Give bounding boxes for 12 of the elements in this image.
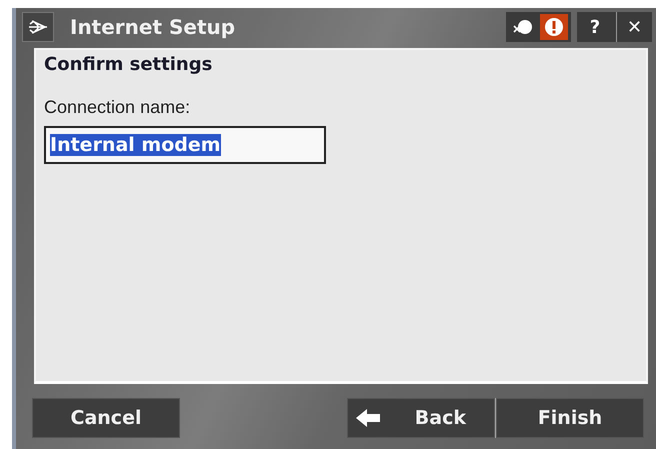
connection-name-field[interactable]: Internal modem [44,126,326,164]
cancel-button[interactable]: Cancel [32,398,180,438]
help-button[interactable]: ? [577,12,613,42]
window-title: Internet Setup [70,15,236,39]
arrow-left-icon [354,407,382,429]
page-heading: Confirm settings [44,54,214,75]
finish-button[interactable]: Finish [496,398,644,438]
back-button[interactable]: Back [347,398,495,438]
warning-icon[interactable] [540,14,568,40]
field-label: Connection name: [44,97,192,118]
close-button[interactable]: ✕ [616,12,652,42]
app-logo-icon[interactable] [22,12,54,42]
